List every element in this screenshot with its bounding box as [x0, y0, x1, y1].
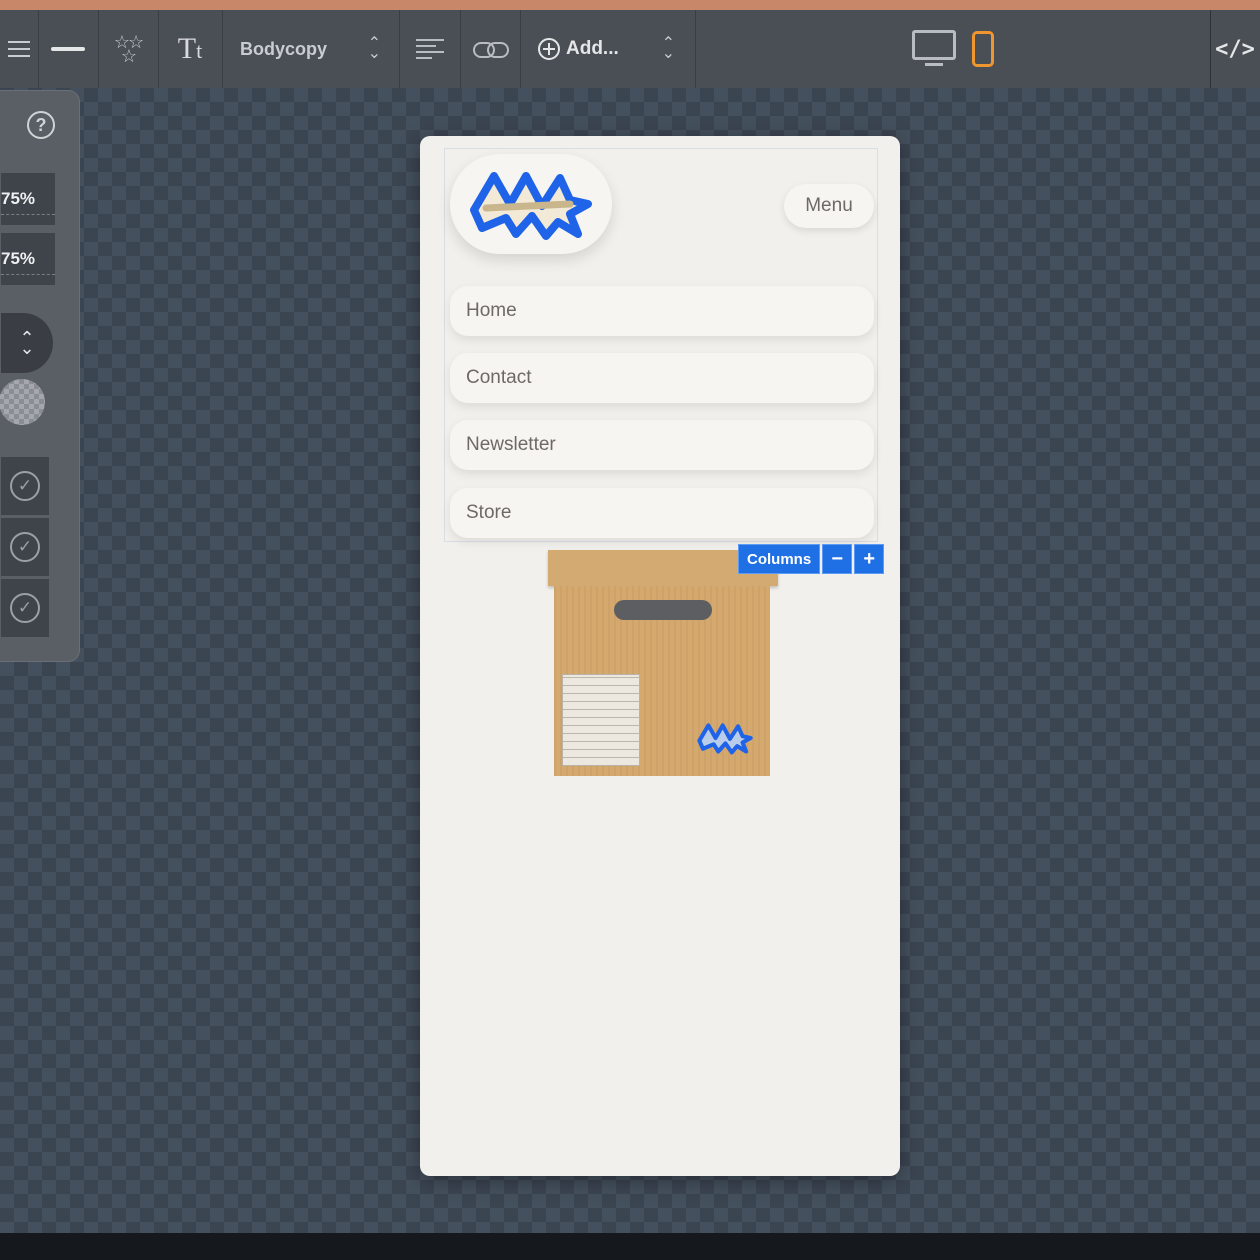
- height-field[interactable]: 75%: [1, 233, 55, 285]
- code-icon: </>: [1215, 36, 1255, 62]
- columns-control: Columns − +: [738, 544, 885, 574]
- effects-button[interactable]: ☆☆ ☆: [98, 10, 159, 88]
- help-icon[interactable]: ?: [27, 111, 55, 139]
- top-toolbar: ☆☆ ☆ Tt Bodycopy ⌃ ⌄ Add... ⌃ ⌄ </>: [0, 10, 1260, 89]
- box-body: [554, 586, 770, 776]
- option-checkbox-1[interactable]: ✓: [1, 457, 49, 515]
- add-element-select[interactable]: Add... ⌃ ⌄: [520, 10, 696, 88]
- chevron-updown-icon: ⌃ ⌄: [19, 328, 35, 358]
- columns-label[interactable]: Columns: [738, 544, 821, 574]
- columns-minus-button[interactable]: −: [822, 544, 853, 574]
- add-circle-icon: [538, 38, 560, 60]
- line-icon: [51, 47, 85, 51]
- hamburger-button[interactable]: [0, 10, 39, 88]
- site-logo[interactable]: [450, 154, 612, 254]
- text-style-icon: Tt: [177, 32, 203, 65]
- font-style-label: Bodycopy: [240, 38, 328, 59]
- mobile-page-preview: Menu Home Contact Newsletter Store Colum…: [420, 136, 900, 1176]
- chevron-updown-icon: ⌃ ⌄: [661, 35, 675, 62]
- stepper-select[interactable]: ⌃ ⌄: [1, 313, 53, 373]
- columns-plus-button[interactable]: +: [854, 544, 885, 574]
- desktop-icon[interactable]: [912, 30, 956, 66]
- divider-tool-button[interactable]: [38, 10, 99, 88]
- box-handle: [614, 600, 712, 620]
- check-icon: ✓: [10, 471, 40, 501]
- width-field[interactable]: 75%: [1, 173, 55, 225]
- font-style-select[interactable]: Bodycopy ⌃ ⌄: [222, 10, 400, 88]
- code-view-button[interactable]: </>: [1210, 10, 1260, 88]
- nav-item-contact[interactable]: Contact: [450, 353, 874, 403]
- chevron-updown-icon: ⌃ ⌄: [367, 35, 381, 62]
- add-label: Add...: [566, 38, 619, 59]
- cardboard-box-image[interactable]: [548, 550, 778, 776]
- width-value: 75%: [1, 189, 36, 208]
- option-checkbox-3[interactable]: ✓: [1, 579, 49, 637]
- color-swatch[interactable]: [0, 379, 45, 425]
- nav-item-newsletter[interactable]: Newsletter: [450, 420, 874, 470]
- phone-icon[interactable]: [972, 31, 994, 67]
- inspector-panel: ? 75% 75% ⌃ ⌄ ✓ ✓ ✓: [0, 90, 80, 662]
- shipping-label: [562, 674, 640, 766]
- screen-bezel-bottom: [0, 1233, 1260, 1260]
- menu-button[interactable]: Menu: [784, 184, 874, 228]
- option-checkbox-2[interactable]: ✓: [1, 518, 49, 576]
- stars-icon: ☆☆ ☆: [113, 32, 144, 66]
- box-logo-icon: [697, 723, 753, 755]
- check-icon: ✓: [10, 532, 40, 562]
- link-icon: [473, 40, 509, 58]
- device-switcher: [696, 10, 1211, 88]
- height-value: 75%: [1, 249, 36, 268]
- logo-icon: [470, 172, 592, 240]
- align-icon: [416, 35, 444, 63]
- hamburger-icon: [8, 36, 30, 62]
- check-icon: ✓: [10, 593, 40, 623]
- nav-item-home[interactable]: Home: [450, 286, 874, 336]
- text-style-button[interactable]: Tt: [158, 10, 223, 88]
- nav-item-store[interactable]: Store: [450, 488, 874, 538]
- align-button[interactable]: [400, 10, 461, 88]
- link-button[interactable]: [460, 10, 521, 88]
